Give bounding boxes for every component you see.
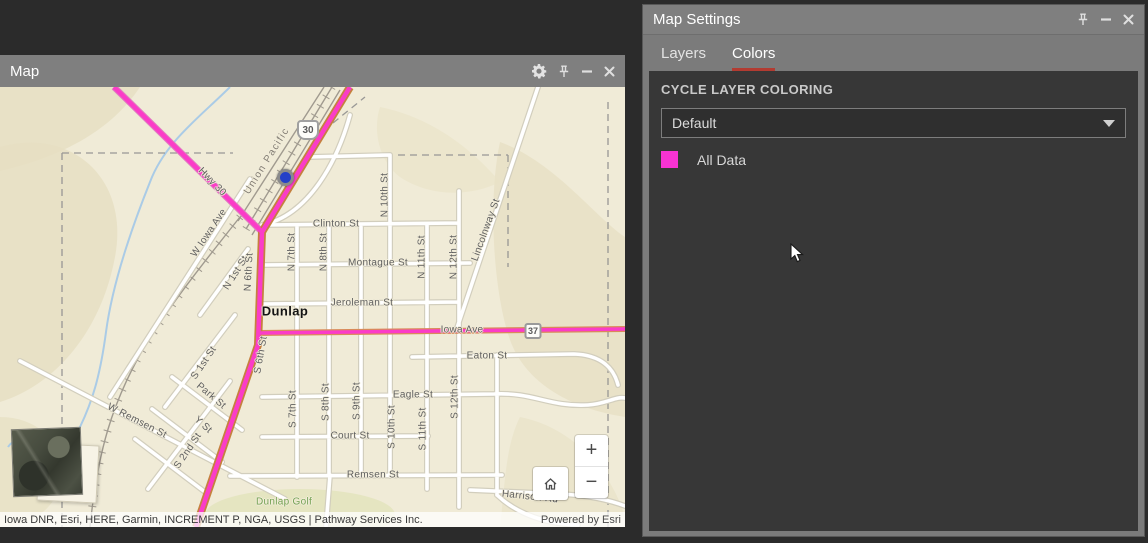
section-heading: CYCLE LAYER COLORING [661,82,834,97]
map-label: Dunlap [261,303,309,319]
tab-colors[interactable]: Colors [732,45,776,71]
settings-window-titlebar[interactable]: Map Settings [643,5,1144,35]
map-label: S 9th St [351,382,363,420]
settings-window-controls [1077,13,1134,26]
map-label: N 12th St [448,234,460,280]
map-label: S 6th St [252,335,270,375]
map-label: N 8th St [318,232,330,272]
map-label: S 1st St [188,344,220,382]
desktop: { "map_window": { "title": "Map", "attri… [0,0,1148,543]
map-attribution-bar: Iowa DNR, Esri, HERE, Garmin, INCREMENT … [0,512,625,527]
cycle-coloring-dropdown[interactable]: Default [661,108,1126,138]
map-label: Hwy 30 [195,165,229,199]
map-label: W Iowa Ave [188,206,230,260]
dropdown-value: Default [672,115,717,131]
home-button[interactable] [533,467,568,500]
close-icon[interactable] [604,66,615,77]
zoom-control: + − [575,435,608,498]
home-icon [544,477,557,490]
tab-layers[interactable]: Layers [661,45,706,71]
map-window: Map Hwy 30 W Iowa Ave Union Pacific N 1s… [0,55,625,527]
map-label: N 11th St [416,235,428,279]
map-label: Lincolnway St [469,197,503,263]
map-label: Eagle St [392,389,434,401]
layer-legend: All Data [661,151,746,168]
map-label: Montague St [347,257,409,269]
settings-window-title: Map Settings [653,11,741,28]
chevron-down-icon [1103,119,1115,127]
settings-tabs: Layers Colors [643,35,1144,71]
map-label: 37 [524,323,542,339]
map-label: S 11th St [417,407,429,451]
map-label: Remsen St [346,469,400,481]
map-label: Dunlap Golf [255,496,313,508]
map-label: W Remsen St [105,401,169,441]
map-label: Jeroleman St [330,297,394,309]
legend-row[interactable]: All Data [661,151,746,168]
zoom-out-button[interactable]: − [575,466,608,498]
powered-by-esri-link[interactable]: Powered by Esri [541,514,621,526]
pin-icon[interactable] [558,65,570,78]
map-label: S 2nd St [172,431,204,471]
close-icon[interactable] [1123,14,1134,25]
overview-thumbnail[interactable] [10,426,84,498]
minimize-icon[interactable] [1100,17,1112,22]
map-canvas[interactable]: Hwy 30 W Iowa Ave Union Pacific N 1st St N 6… [0,87,625,527]
map-label: Clinton St [312,218,360,230]
map-label: N 6th St [242,252,256,292]
pin-icon[interactable] [1077,13,1089,26]
legend-label: All Data [697,151,747,168]
map-label: S 7th St [287,390,299,428]
map-label: N 10th St [379,172,391,218]
settings-content: CYCLE LAYER COLORING Default All Data [649,71,1138,531]
attribution-text: Iowa DNR, Esri, HERE, Garmin, INCREMENT … [4,513,423,526]
location-marker[interactable] [277,169,294,186]
settings-gear-icon[interactable] [532,63,547,79]
map-label: S 10th St [386,405,398,449]
map-label: S 12th St [449,375,461,419]
map-window-titlebar[interactable]: Map [0,55,625,87]
map-label: S 8th St [320,383,332,421]
map-label: Iowa Ave [440,324,484,336]
zoom-in-button[interactable]: + [575,435,608,466]
legend-color-swatch[interactable] [661,151,678,168]
map-label: Court St [330,430,370,442]
map-label: N 7th St [286,232,298,272]
map-window-title: Map [10,62,40,80]
minimize-icon[interactable] [581,69,593,74]
mouse-cursor [790,242,805,269]
map-label: Eaton St [466,350,508,362]
map-label: 30 [297,120,319,140]
map-label: Park St [194,380,228,412]
map-window-controls [532,63,615,79]
map-settings-window: Map Settings Layers Colors CYCLE LAYER CO… [642,4,1145,537]
